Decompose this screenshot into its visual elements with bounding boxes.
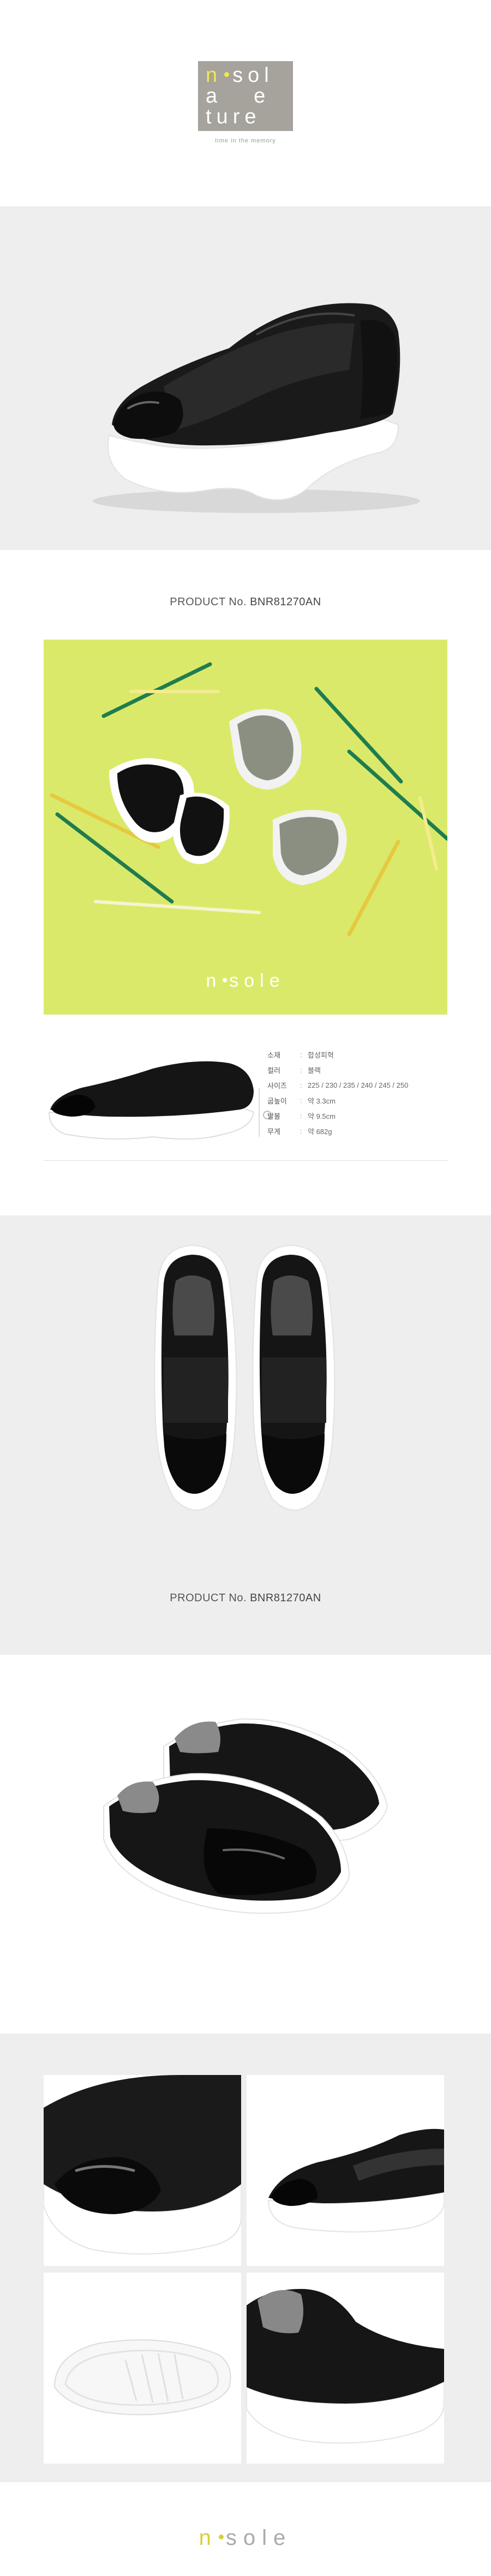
detail-photo-side: [247, 2075, 444, 2266]
spec-label: 컬러: [267, 1066, 280, 1075]
logo-line-3: ture: [206, 105, 261, 128]
logo-line-2: ae: [206, 85, 271, 108]
detail-photo-toe: [44, 2075, 241, 2266]
spec-row: 굽높이 : 약 3.3cm: [267, 1096, 336, 1105]
spec-value: 합성피혁: [308, 1051, 334, 1059]
angle-view-photo-panel: [0, 1665, 491, 2003]
spec-row: 발볼 : 약 9.5cm: [267, 1111, 336, 1120]
brand-logo: n sol ae ture: [198, 61, 293, 131]
spec-table: 소재 : 합성피혁 컬러 : 블랙 사이즈 : 225 / 230 / 235 …: [267, 1047, 453, 1138]
spec-value: 225 / 230 / 235 / 240 / 245 / 250: [308, 1081, 409, 1089]
spec-label: 무게: [267, 1127, 280, 1136]
shoe-top-view-photo: [154, 1244, 336, 1511]
spec-value: 블랙: [308, 1066, 321, 1075]
hero-photo-panel: [0, 206, 491, 550]
spec-divider: [44, 1160, 447, 1161]
spec-row: 소재 : 합성피혁: [267, 1050, 334, 1059]
spec-row: 컬러 : 블랙: [267, 1065, 321, 1075]
logo-line-1: n sol: [206, 64, 274, 87]
lifestyle-photo: n sole: [44, 640, 447, 1015]
product-detail-page: n sol ae ture time in the memory PRODUCT …: [0, 0, 491, 2576]
shoe-angle-view-photo: [103, 1718, 388, 1914]
spec-row: 무게 : 약 682g: [267, 1126, 332, 1136]
shoe-side-photo: [93, 303, 420, 513]
brand-tagline: time in the memory: [215, 138, 276, 144]
spec-value: 약 682g: [308, 1127, 332, 1136]
lifestyle-wordmark: n sole: [206, 970, 285, 991]
footer-wordmark: n sole: [199, 2526, 292, 2550]
spec-label: 소재: [267, 1051, 280, 1059]
spec-row: 사이즈 : 225 / 230 / 235 / 240 / 245 / 250: [267, 1081, 409, 1090]
product-number-1: PRODUCT No. BNR81270AN: [0, 596, 491, 609]
lifestyle-illustration: [50, 662, 447, 937]
spec-shoe-photo: [44, 1047, 273, 1156]
product-number-2: PRODUCT No. BNR81270AN: [0, 1592, 491, 1605]
spec-label: 사이즈: [267, 1081, 287, 1090]
spec-value: 약 3.3cm: [308, 1096, 336, 1105]
product-number-label: PRODUCT No.: [170, 596, 247, 608]
product-number-label: PRODUCT No.: [170, 1592, 247, 1604]
spec-label: 굽높이: [267, 1096, 287, 1105]
spec-value: 약 9.5cm: [308, 1112, 336, 1120]
product-number-code: BNR81270AN: [250, 1592, 321, 1604]
detail-photo-heel: [247, 2273, 444, 2464]
detail-photo-outsole: [44, 2273, 241, 2464]
spec-label: 발볼: [267, 1112, 280, 1120]
spec-shoe-illustration: [48, 1061, 272, 1140]
product-number-code: BNR81270AN: [250, 596, 321, 608]
top-view-photo-panel: PRODUCT No. BNR81270AN: [0, 1215, 491, 1655]
